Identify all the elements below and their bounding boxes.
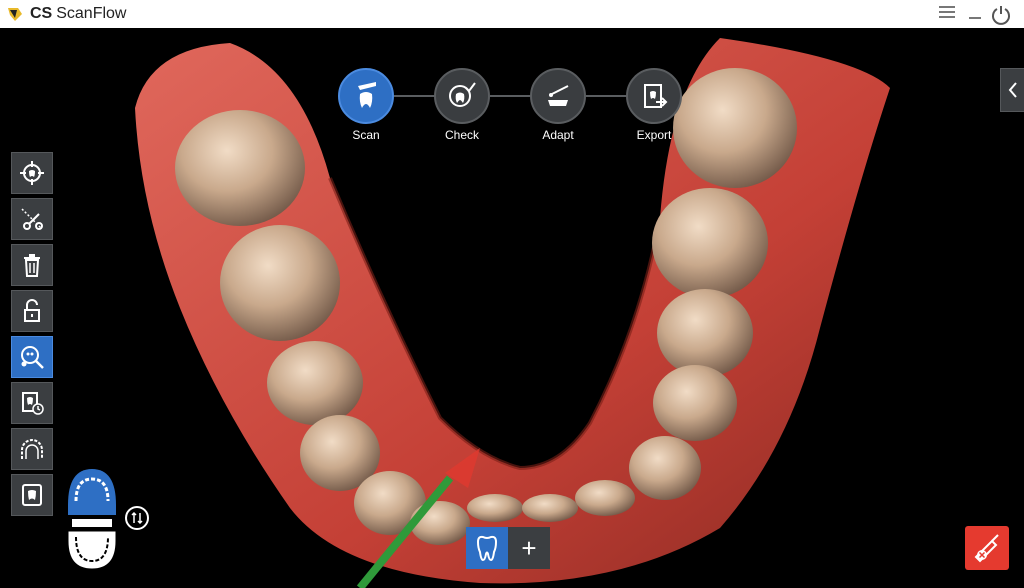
step-scan[interactable]: Scan xyxy=(330,68,402,142)
target-tool[interactable] xyxy=(11,152,53,194)
step-export-label: Export xyxy=(636,128,672,142)
scanner-disconnect-button[interactable] xyxy=(965,526,1009,570)
scissors-icon xyxy=(21,208,43,230)
step-adapt-label: Adapt xyxy=(542,128,574,142)
tooth-scan-icon xyxy=(358,82,376,108)
add-label: + xyxy=(521,533,537,563)
step-check-label: Check xyxy=(444,128,479,142)
step-scan-label: Scan xyxy=(352,128,380,142)
export-icon xyxy=(644,84,668,108)
cut-tool[interactable] xyxy=(11,198,53,240)
arch-adapt-icon xyxy=(548,85,569,106)
menu-icon[interactable] xyxy=(936,4,958,24)
step-adapt[interactable]: Adapt xyxy=(522,68,594,142)
app-brand: CS xyxy=(30,5,53,22)
delete-tool[interactable] xyxy=(11,244,53,286)
arch-tool[interactable] xyxy=(11,428,53,470)
scan-viewport[interactable]: Scan Check Adapt Export + xyxy=(0,28,1024,588)
scanner-off-icon xyxy=(974,534,999,563)
minimize-icon[interactable] xyxy=(964,4,986,24)
unlock-icon xyxy=(24,299,40,322)
bottom-mode-bar: + xyxy=(466,527,550,569)
add-button[interactable]: + xyxy=(508,527,550,569)
inspect-tool[interactable] xyxy=(11,336,53,378)
tooth-icon xyxy=(476,535,498,562)
tooth-check-icon xyxy=(449,82,476,107)
arch-selector[interactable] xyxy=(62,465,122,573)
lock-tool[interactable] xyxy=(11,290,53,332)
swap-icon xyxy=(131,511,143,525)
side-panel-toggle[interactable] xyxy=(1000,68,1024,112)
target-icon xyxy=(20,161,44,185)
title-bar: CS ScanFlow xyxy=(0,0,1024,29)
tooth-card-tool[interactable] xyxy=(11,474,53,516)
history-tool[interactable] xyxy=(11,382,53,424)
tooth-card-icon xyxy=(22,484,42,506)
left-toolbar xyxy=(11,152,53,520)
trash-icon xyxy=(24,254,40,277)
tooth-history-icon xyxy=(22,392,44,415)
power-icon[interactable] xyxy=(990,4,1012,25)
app-title: CS ScanFlow xyxy=(30,5,126,23)
tooth-mode-button[interactable] xyxy=(466,527,508,569)
app-logo-icon xyxy=(8,8,22,21)
arch-icon xyxy=(21,439,43,459)
workflow-stepper: Scan Check Adapt Export xyxy=(330,68,690,148)
app-name: ScanFlow xyxy=(56,5,127,22)
chevron-left-icon xyxy=(1008,82,1017,98)
step-check[interactable]: Check xyxy=(426,68,498,142)
step-export[interactable]: Export xyxy=(618,68,690,142)
swap-arch-button[interactable] xyxy=(125,506,149,530)
magnify-icon xyxy=(21,346,44,369)
